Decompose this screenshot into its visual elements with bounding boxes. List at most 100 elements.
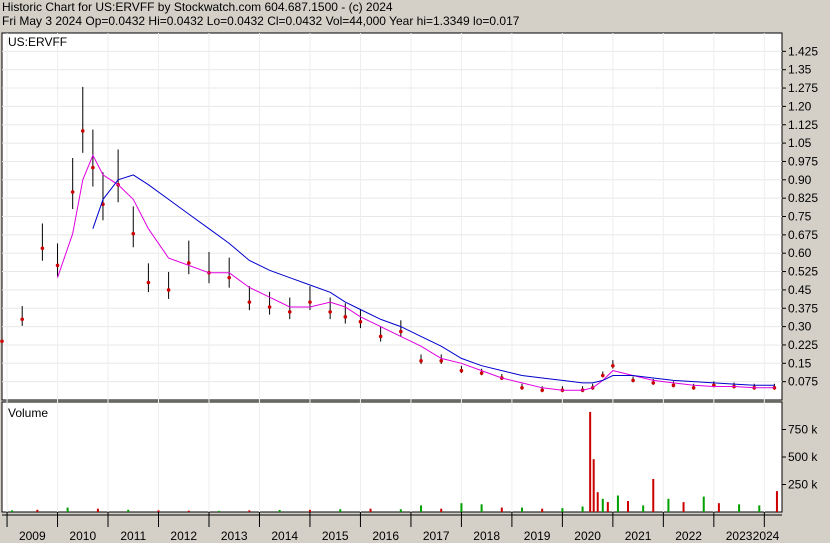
volume-bar xyxy=(480,504,483,512)
price-point xyxy=(40,246,45,251)
x-tick-label: 2024 xyxy=(753,529,780,543)
volume-bar xyxy=(702,496,705,512)
volume-bar xyxy=(420,505,423,512)
y-tick-label: 0.525 xyxy=(788,265,818,279)
y-tick-label: 1.35 xyxy=(788,63,812,77)
x-tick-label: 2022 xyxy=(675,529,702,543)
stock-chart: Historic Chart for US:ERVFF by Stockwatc… xyxy=(0,0,830,543)
volume-bar xyxy=(218,510,221,512)
price-point xyxy=(91,165,95,170)
volume-bar xyxy=(642,505,645,512)
volume-bar xyxy=(399,509,402,512)
price-point xyxy=(459,368,464,373)
volume-bar xyxy=(127,509,130,512)
x-tick-label: 2020 xyxy=(574,529,601,543)
x-axis: 2009 2010 2011 2012 2013 2014 2015 2016 2017 2018… xyxy=(2,512,782,543)
x-tick-label: 2014 xyxy=(271,529,298,543)
price-point xyxy=(419,359,423,363)
price-point xyxy=(651,381,656,385)
y-tick-label: 0.375 xyxy=(788,301,818,315)
volume-panel xyxy=(1,401,783,513)
price-point xyxy=(55,263,60,268)
y-tick-label: 0.675 xyxy=(788,228,818,242)
y-tick-label: 0.225 xyxy=(788,338,818,352)
y-tick-label: 0.075 xyxy=(788,375,818,389)
y-tick-label: 0.90 xyxy=(788,173,812,187)
volume-bar xyxy=(308,509,311,512)
price-point xyxy=(308,300,312,304)
volume-bar xyxy=(667,498,670,512)
volume-bar xyxy=(36,509,39,512)
y-tick-label: 0.75 xyxy=(788,210,812,224)
y-tick-label: 0.975 xyxy=(788,154,818,168)
y-tick-label: 0.825 xyxy=(788,191,818,205)
volume-bar xyxy=(440,508,443,512)
y-tick-label: 0.30 xyxy=(788,320,812,334)
volume-bar xyxy=(616,495,619,512)
x-tick-label: 2018 xyxy=(473,529,500,543)
y-tick-label: 1.125 xyxy=(788,118,818,132)
volume-bar xyxy=(460,503,463,512)
volume-bar xyxy=(606,502,609,512)
x-tick-label: 2009 xyxy=(19,529,46,543)
y-tick-label: 1.425 xyxy=(788,44,818,58)
volume-bar xyxy=(581,506,584,512)
volume-bar xyxy=(11,510,14,512)
volume-bar xyxy=(717,503,720,512)
volume-bar xyxy=(369,508,372,512)
x-tick-label: 2015 xyxy=(322,529,349,543)
volume-bar xyxy=(589,411,592,512)
y-tick-label: 1.275 xyxy=(788,81,818,95)
volume-bar xyxy=(278,510,281,512)
price-point xyxy=(540,388,544,393)
volume-bar xyxy=(541,508,544,512)
price-point xyxy=(80,129,85,133)
price-point xyxy=(611,363,615,368)
price-point xyxy=(287,310,292,314)
volume-y-axis: 750 k 500 k 250 k xyxy=(782,423,818,492)
volume-tick-label: 500 k xyxy=(788,450,818,464)
price-point xyxy=(146,280,151,285)
x-tick-label: 2017 xyxy=(423,529,450,543)
price-point xyxy=(631,378,635,383)
volume-bar xyxy=(682,502,685,512)
x-tick-label: 2023 xyxy=(726,529,753,543)
price-point xyxy=(479,371,484,375)
price-point xyxy=(20,317,24,322)
volume-tick-label: 250 k xyxy=(788,478,818,492)
volume-bar xyxy=(66,507,69,512)
price-point xyxy=(691,385,696,390)
price-point xyxy=(70,190,75,194)
x-tick-label: 2013 xyxy=(221,529,248,543)
volume-bar xyxy=(96,508,99,512)
volume-bar xyxy=(339,509,342,512)
price-point xyxy=(328,310,332,314)
price-point xyxy=(267,305,272,309)
price-point xyxy=(358,319,363,324)
volume-bar xyxy=(601,498,604,512)
volume-tick-label: 750 k xyxy=(788,423,818,437)
y-tick-label: 0.15 xyxy=(788,356,812,370)
price-point xyxy=(131,231,136,236)
price-point xyxy=(186,261,191,265)
y-tick-label: 1.05 xyxy=(788,136,812,150)
volume-bar xyxy=(521,507,523,512)
volume-bar xyxy=(627,501,630,512)
volume-bar xyxy=(157,510,160,512)
volume-bar xyxy=(596,492,599,512)
price-point xyxy=(247,300,252,304)
price-point xyxy=(520,385,524,390)
volume-bar xyxy=(775,491,778,512)
volume-bar xyxy=(652,479,655,512)
volume-bar xyxy=(500,507,503,512)
price-point xyxy=(439,359,444,363)
y-tick-label: 1.20 xyxy=(788,99,812,113)
volume-panel-title: Volume xyxy=(8,406,48,420)
x-tick-label: 2012 xyxy=(170,529,197,543)
price-point xyxy=(399,329,403,334)
volume-bar xyxy=(738,504,741,512)
volume-bar xyxy=(187,510,190,512)
x-tick-label: 2011 xyxy=(120,529,146,543)
y-tick-label: 0.60 xyxy=(788,246,812,260)
volume-bar xyxy=(248,510,251,512)
